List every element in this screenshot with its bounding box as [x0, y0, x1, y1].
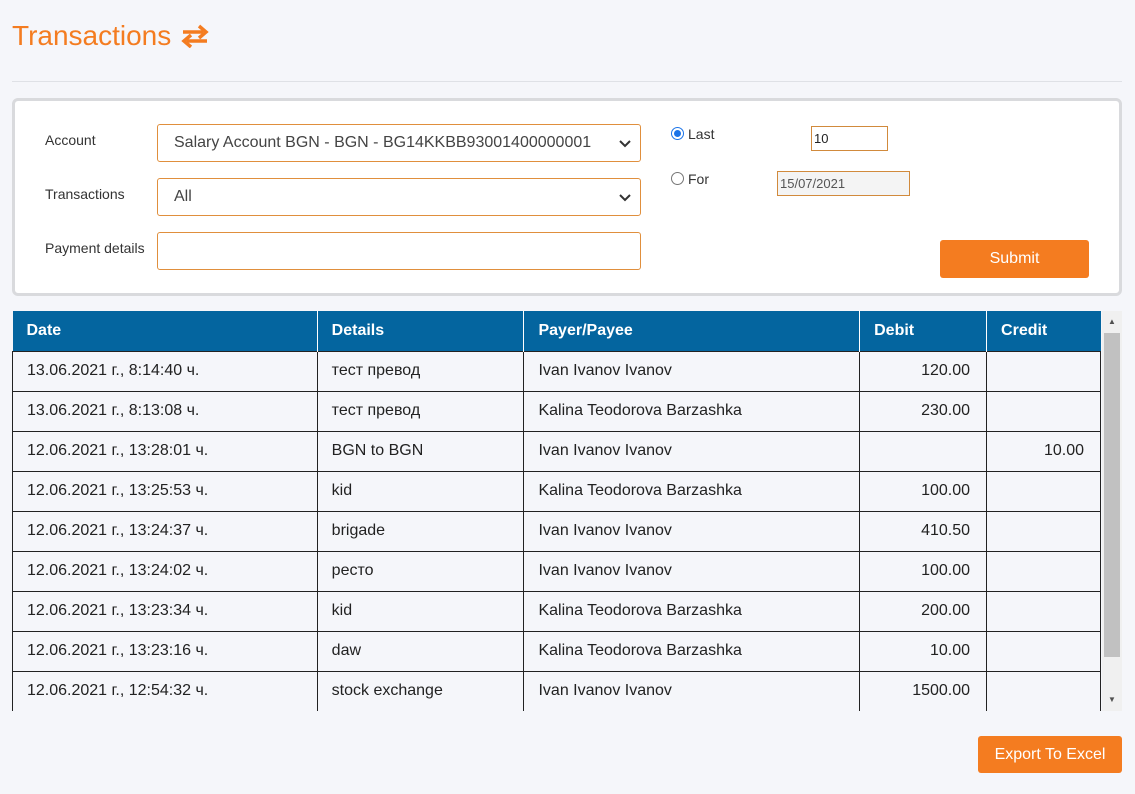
cell-details: kid	[316, 590, 525, 632]
cell-payer: Ivan Ivanov Ivanov	[523, 510, 861, 552]
cell-debit: 410.50	[859, 510, 988, 552]
for-date-value: 15/07/2021	[780, 176, 846, 191]
cell-credit	[986, 550, 1101, 592]
cell-details: тест превод	[316, 350, 525, 392]
payment-details-input[interactable]	[157, 232, 641, 270]
cell-payer: Ivan Ivanov Ivanov	[523, 430, 861, 472]
column-header-date[interactable]: Date	[12, 311, 318, 351]
submit-button[interactable]: Submit	[940, 240, 1089, 278]
for-radio-label: For	[688, 171, 709, 187]
cell-details: тест превод	[316, 390, 525, 432]
export-to-excel-button[interactable]: Export To Excel	[978, 736, 1122, 773]
table-row[interactable]: 12.06.2021 г., 12:54:32 ч. stock exchange…	[12, 670, 1101, 711]
cell-date: 12.06.2021 г., 12:54:32 ч.	[12, 670, 318, 711]
cell-credit	[986, 510, 1101, 552]
scroll-down-icon[interactable]: ▼	[1102, 691, 1122, 707]
column-header-details[interactable]: Details	[317, 311, 525, 351]
last-radio-label: Last	[688, 126, 715, 142]
cell-date: 12.06.2021 г., 13:23:34 ч.	[12, 590, 318, 632]
cell-details: ресто	[316, 550, 525, 592]
cell-date: 13.06.2021 г., 8:14:40 ч.	[12, 350, 318, 392]
cell-details: daw	[316, 630, 525, 672]
cell-debit: 100.00	[859, 550, 988, 592]
transactions-select-value: All	[174, 188, 192, 205]
cell-payer: Kalina Teodorova Barzashka	[523, 390, 861, 432]
account-select-value: Salary Account BGN - BGN - BG14KKBB93001…	[174, 134, 592, 151]
table-scrollbar[interactable]: ▲ ▼	[1102, 311, 1122, 711]
cell-payer: Kalina Teodorova Barzashka	[523, 470, 861, 512]
column-header-payer[interactable]: Payer/Payee	[523, 311, 861, 351]
transactions-label: Transactions	[45, 186, 125, 202]
last-count-input[interactable]: 10	[811, 126, 888, 151]
table-row[interactable]: 12.06.2021 г., 13:23:34 ч. kid Kalina Teod…	[12, 590, 1101, 632]
cell-date: 12.06.2021 г., 13:25:53 ч.	[12, 470, 318, 512]
page-title-text: Transactions	[12, 20, 172, 51]
header-divider	[12, 81, 1122, 82]
last-count-value: 10	[814, 131, 829, 146]
cell-payer: Kalina Teodorova Barzashka	[523, 630, 861, 672]
cell-payer: Kalina Teodorova Barzashka	[523, 590, 861, 632]
table-row[interactable]: 13.06.2021 г., 8:14:40 ч. тест превод Ivan…	[12, 350, 1101, 392]
cell-credit	[986, 590, 1101, 632]
table-row[interactable]: 12.06.2021 г., 13:25:53 ч. kid Kalina Teod…	[12, 470, 1101, 512]
page-title: Transactions	[12, 20, 209, 52]
scroll-thumb[interactable]	[1104, 333, 1120, 657]
scroll-up-icon[interactable]: ▲	[1102, 313, 1122, 329]
cell-date: 12.06.2021 г., 13:23:16 ч.	[12, 630, 318, 672]
cell-credit	[986, 390, 1101, 432]
cell-details: brigade	[316, 510, 525, 552]
cell-date: 12.06.2021 г., 13:28:01 ч.	[12, 430, 318, 472]
cell-debit: 100.00	[859, 470, 988, 512]
transactions-table: Date Details Payer/Payee Debit Credit 13…	[12, 311, 1101, 711]
cell-credit	[986, 350, 1101, 392]
table-header-row: Date Details Payer/Payee Debit Credit	[12, 311, 1101, 351]
filter-panel: Account Salary Account BGN - BGN - BG14K…	[12, 98, 1122, 296]
table-row[interactable]: 12.06.2021 г., 13:28:01 ч. BGN to BGN Ivan…	[12, 430, 1101, 472]
cell-date: 12.06.2021 г., 13:24:37 ч.	[12, 510, 318, 552]
table-row[interactable]: 12.06.2021 г., 13:23:16 ч. daw Kalina Teod…	[12, 630, 1101, 672]
cell-debit: 230.00	[859, 390, 988, 432]
chevron-down-icon	[619, 140, 631, 148]
account-label: Account	[45, 132, 96, 148]
cell-date: 12.06.2021 г., 13:24:02 ч.	[12, 550, 318, 592]
column-header-credit[interactable]: Credit	[986, 311, 1101, 351]
column-header-debit[interactable]: Debit	[859, 311, 988, 351]
cell-debit	[859, 430, 988, 472]
cell-credit	[986, 470, 1101, 512]
for-date-input[interactable]: 15/07/2021	[777, 171, 910, 196]
account-select[interactable]: Salary Account BGN - BGN - BG14KKBB93001…	[157, 124, 641, 162]
cell-payer: Ivan Ivanov Ivanov	[523, 670, 861, 711]
cell-credit	[986, 630, 1101, 672]
exchange-arrows-icon	[181, 24, 209, 48]
cell-details: stock exchange	[316, 670, 525, 711]
cell-credit: 10.00	[986, 430, 1101, 472]
payment-details-label: Payment details	[45, 240, 145, 256]
last-radio[interactable]	[671, 127, 684, 140]
cell-payer: Ivan Ivanov Ivanov	[523, 350, 861, 392]
cell-debit: 10.00	[859, 630, 988, 672]
for-radio[interactable]	[671, 172, 684, 185]
cell-details: BGN to BGN	[316, 430, 525, 472]
cell-credit	[986, 670, 1101, 711]
table-row[interactable]: 12.06.2021 г., 13:24:37 ч. brigade Ivan Iv…	[12, 510, 1101, 552]
cell-date: 13.06.2021 г., 8:13:08 ч.	[12, 390, 318, 432]
cell-payer: Ivan Ivanov Ivanov	[523, 550, 861, 592]
transactions-select[interactable]: All	[157, 178, 641, 216]
table-row[interactable]: 12.06.2021 г., 13:24:02 ч. ресто Ivan Ivan…	[12, 550, 1101, 592]
cell-debit: 200.00	[859, 590, 988, 632]
transactions-table-container: Date Details Payer/Payee Debit Credit 13…	[12, 311, 1122, 711]
cell-debit: 1500.00	[859, 670, 988, 711]
chevron-down-icon	[619, 194, 631, 202]
cell-debit: 120.00	[859, 350, 988, 392]
cell-details: kid	[316, 470, 525, 512]
table-row[interactable]: 13.06.2021 г., 8:13:08 ч. тест превод Kali…	[12, 390, 1101, 432]
